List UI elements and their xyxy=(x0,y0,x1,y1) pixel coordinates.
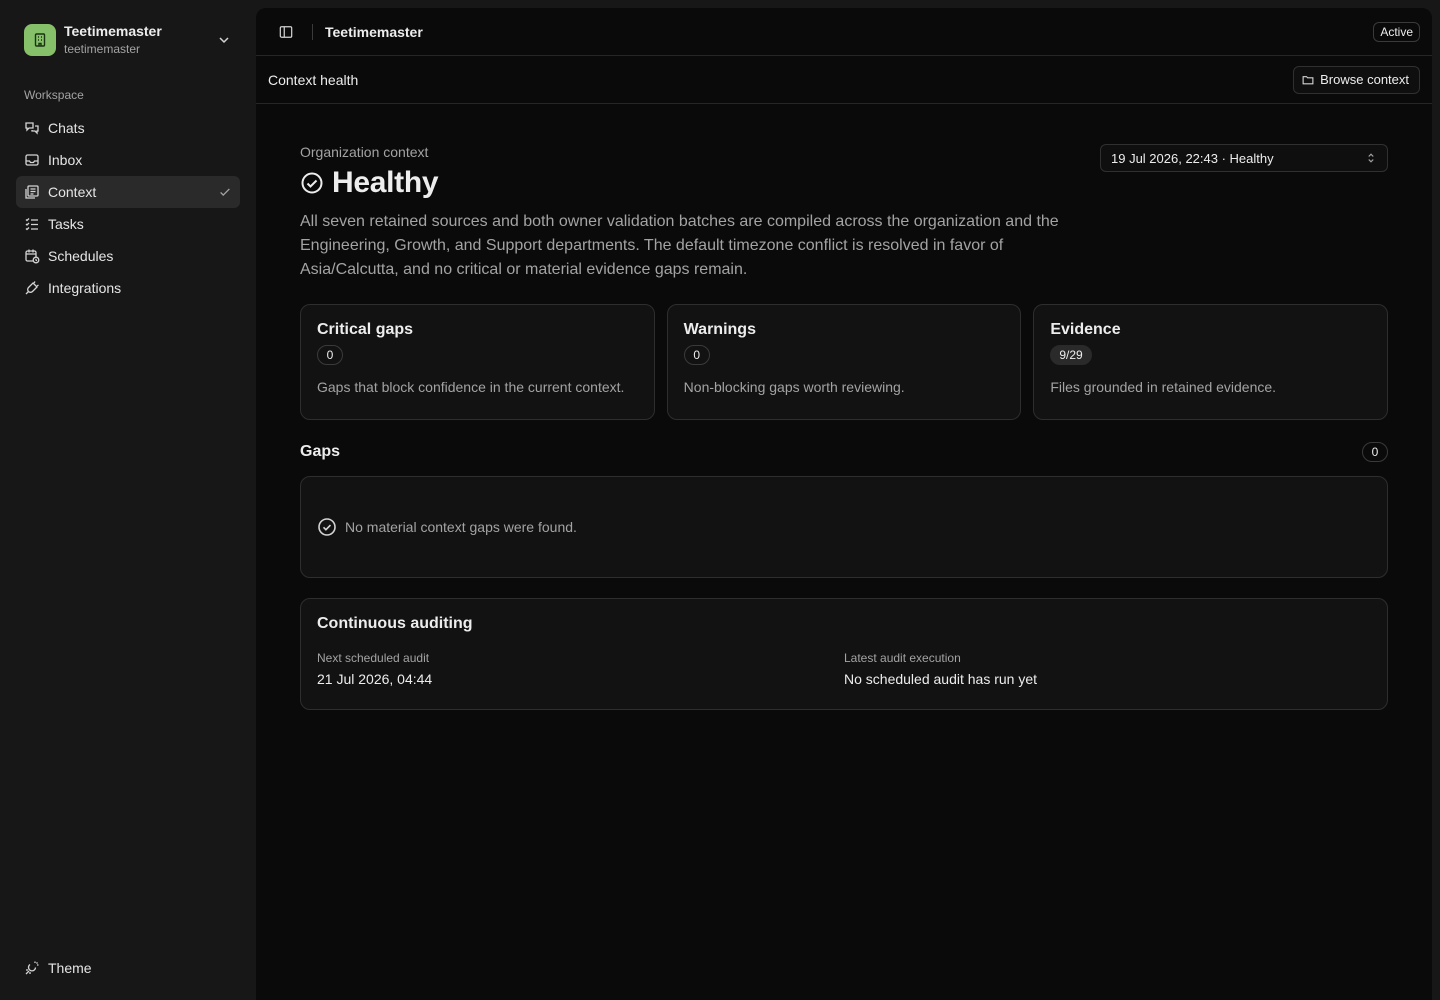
sidebar-item-label: Inbox xyxy=(48,152,83,168)
status-badge: Active xyxy=(1373,21,1420,42)
chats-icon xyxy=(25,122,39,135)
section-title: Context health xyxy=(268,71,359,88)
health-summary: All seven retained sources and both owne… xyxy=(300,213,1059,278)
sidebar-item-label: Chats xyxy=(48,120,85,136)
gaps-empty-state: No material context gaps were found. xyxy=(300,476,1388,578)
sidebar-item-inbox[interactable]: Inbox xyxy=(16,144,240,176)
sidebar-section-label: Workspace xyxy=(24,88,84,102)
workspace-switcher[interactable]: Teetimemaster teetimemaster xyxy=(16,16,240,64)
sidebar-item-integrations[interactable]: Integrations xyxy=(16,272,240,304)
latest-audit-value: No scheduled audit has run yet xyxy=(844,671,1038,687)
context-icon xyxy=(25,185,39,199)
gaps-title: Gaps xyxy=(300,443,341,460)
browse-context-label: Browse context xyxy=(1320,72,1409,87)
gaps-count: 0 xyxy=(1362,442,1388,462)
sidebar-item-label: Context xyxy=(48,184,97,200)
subheader: Context health Browse context xyxy=(256,56,1432,104)
critical-gaps-card: Critical gaps 0 Gaps that block confiden… xyxy=(300,304,655,420)
gaps-empty-message: No material context gaps were found. xyxy=(345,519,577,535)
auditing-details: Next scheduled audit 21 Jul 2026, 04:44 … xyxy=(317,651,1371,687)
workspace-info: Teetimemaster teetimemaster xyxy=(64,23,216,56)
critical-gaps-count: 0 xyxy=(317,345,343,365)
card-title: Critical gaps xyxy=(317,321,414,338)
gaps-header: Gaps 0 xyxy=(300,442,1388,462)
toggle-sidebar-button[interactable] xyxy=(276,22,296,42)
sun-moon-icon xyxy=(25,961,39,975)
snapshot-select[interactable]: 19 Jul 2026, 22:43 · Healthy xyxy=(1100,144,1388,172)
chevron-down-icon xyxy=(219,37,229,44)
theme-label: Theme xyxy=(48,960,92,976)
sidebar-item-tasks[interactable]: Tasks xyxy=(16,208,240,240)
latest-audit: Latest audit execution No scheduled audi… xyxy=(844,651,1371,687)
workspace-slug: teetimemaster xyxy=(64,42,141,57)
metric-cards: Critical gaps 0 Gaps that block confiden… xyxy=(300,304,1389,420)
snapshot-value: 19 Jul 2026, 22:43 · Healthy xyxy=(1111,150,1274,166)
sidebar: Teetimemaster teetimemaster Workspace Ch… xyxy=(0,0,256,1000)
latest-audit-label: Latest audit execution xyxy=(844,651,961,665)
warnings-count: 0 xyxy=(683,345,710,365)
schedules-icon xyxy=(25,249,40,264)
warnings-card: Warnings 0 Non-blocking gaps worth revie… xyxy=(666,304,1022,420)
next-audit-value: 21 Jul 2026, 04:44 xyxy=(317,671,433,687)
continuous-auditing-panel: Continuous auditing Next scheduled audit… xyxy=(300,598,1388,710)
sidebar-item-context[interactable]: Context xyxy=(16,176,240,208)
health-status: Healthy xyxy=(332,166,439,199)
evidence-count: 9/29 xyxy=(1050,345,1092,365)
divider xyxy=(312,23,313,40)
card-description: Gaps that block confidence in the curren… xyxy=(317,379,625,395)
card-title: Warnings xyxy=(683,321,756,338)
integrations-icon xyxy=(25,281,39,295)
card-description: Files grounded in retained evidence. xyxy=(1050,379,1277,395)
check-circle-icon xyxy=(318,518,336,536)
sidebar-item-label: Tasks xyxy=(48,216,84,232)
card-title: Evidence xyxy=(1050,321,1121,338)
next-audit: Next scheduled audit 21 Jul 2026, 04:44 xyxy=(317,651,844,687)
sidebar-item-schedules[interactable]: Schedules xyxy=(16,240,240,272)
browse-context-button[interactable]: Browse context xyxy=(1293,65,1420,94)
main-panel: Teetimemaster Active Context health Brow… xyxy=(256,8,1432,1000)
context-health-content: Organization context Healthy All seven r… xyxy=(300,144,1389,710)
sidebar-nav: Chats Inbox Context Tasks Schedules Inte… xyxy=(16,112,240,304)
check-icon xyxy=(220,188,230,196)
tasks-icon xyxy=(25,218,38,231)
theme-button[interactable]: Theme xyxy=(16,952,240,984)
chevrons-up-down-icon xyxy=(1368,153,1374,163)
sidebar-item-chats[interactable]: Chats xyxy=(16,112,240,144)
folder-icon xyxy=(1302,75,1314,84)
building-icon xyxy=(24,24,56,56)
inbox-icon xyxy=(25,154,39,166)
sidebar-item-label: Schedules xyxy=(48,248,114,264)
evidence-card: Evidence 9/29 Files grounded in retained… xyxy=(1033,304,1389,420)
sidebar-toggle-icon xyxy=(279,25,293,38)
card-description: Non-blocking gaps worth reviewing. xyxy=(683,379,905,395)
check-circle-icon xyxy=(301,172,323,194)
workspace-name: Teetimemaster xyxy=(64,23,162,40)
next-audit-label: Next scheduled audit xyxy=(317,651,430,665)
page-title: Teetimemaster xyxy=(325,23,423,40)
auditing-title: Continuous auditing xyxy=(317,615,473,632)
sidebar-item-label: Integrations xyxy=(48,280,122,296)
topbar: Teetimemaster Active xyxy=(256,8,1432,56)
